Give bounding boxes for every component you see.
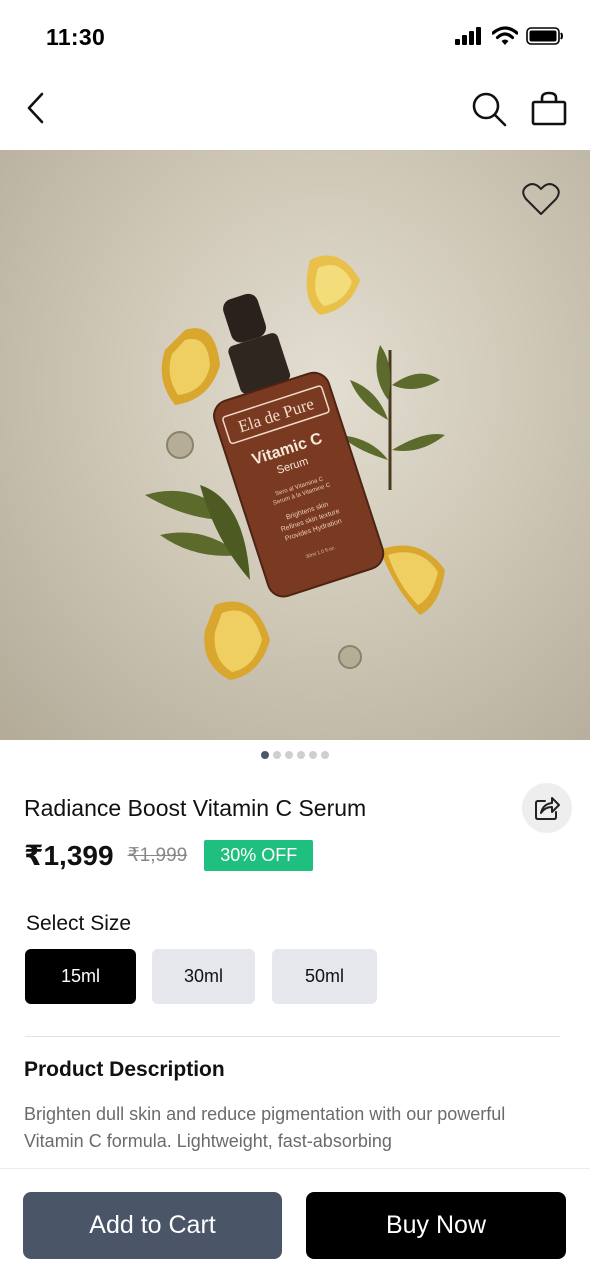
bottom-action-bar: Add to Cart Buy Now — [0, 1168, 590, 1281]
shopping-bag-icon[interactable] — [530, 90, 568, 128]
product-image[interactable]: Ela de Pure Vitamic C Serum Sero al Vita… — [0, 150, 590, 740]
share-icon — [535, 797, 560, 820]
share-button[interactable] — [522, 783, 572, 833]
discount-badge: 30% OFF — [204, 839, 314, 871]
lemon-slice-bottom — [204, 601, 270, 680]
buy-now-button[interactable]: Buy Now — [306, 1192, 566, 1259]
original-price: ₹1,999 — [127, 844, 188, 866]
size-label: Select Size — [26, 912, 132, 935]
add-to-cart-button[interactable]: Add to Cart — [23, 1192, 282, 1259]
carousel-dot[interactable] — [309, 751, 317, 759]
carousel-dot[interactable] — [297, 751, 305, 759]
carousel-dot[interactable] — [285, 751, 293, 759]
wifi-icon — [492, 26, 518, 45]
heart-outline-icon[interactable] — [521, 181, 561, 217]
size-option-15ml[interactable]: 15ml — [25, 949, 136, 1004]
status-icons — [454, 26, 564, 46]
signal-icon — [455, 27, 481, 45]
description-heading: Product Description — [24, 1058, 225, 1081]
price-row: ₹1,399 ₹1,999 30% OFF — [24, 838, 314, 872]
back-arrow-icon[interactable] — [22, 90, 52, 126]
nav-bar — [0, 78, 590, 140]
divider — [25, 1036, 560, 1037]
size-option-30ml[interactable]: 30ml — [152, 949, 255, 1004]
carousel-dot[interactable] — [261, 751, 269, 759]
lemon-slice-top — [306, 255, 360, 315]
leaves-left — [145, 485, 250, 580]
oil-drop — [338, 645, 362, 669]
status-bar: 11:30 — [0, 0, 590, 72]
carousel-dot[interactable] — [321, 751, 329, 759]
product-illustration: Ela de Pure Vitamic C Serum Sero al Vita… — [145, 255, 445, 680]
lemon-slice-left — [161, 328, 220, 405]
status-time: 11:30 — [46, 24, 106, 50]
carousel-dot[interactable] — [273, 751, 281, 759]
lemon-slice-right — [380, 545, 445, 615]
oil-drop — [166, 431, 194, 459]
description-text: Brighten dull skin and reduce pigmentati… — [24, 1104, 506, 1151]
size-option-50ml[interactable]: 50ml — [272, 949, 377, 1004]
product-title: Radiance Boost Vitamin C Serum — [24, 795, 367, 821]
search-icon[interactable] — [470, 90, 508, 128]
carousel-dots — [0, 751, 590, 759]
price: ₹1,399 — [24, 839, 114, 871]
battery-icon — [526, 27, 563, 45]
